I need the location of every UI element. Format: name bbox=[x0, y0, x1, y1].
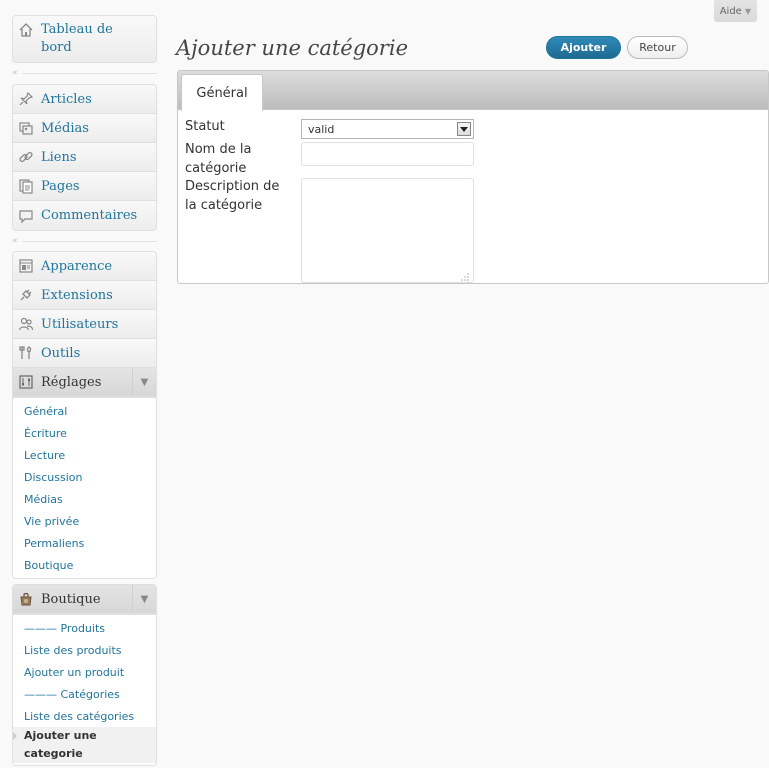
pin-icon bbox=[17, 90, 35, 108]
menu-label-utilisateurs: Utilisateurs bbox=[41, 316, 119, 332]
add-button[interactable]: Ajouter bbox=[546, 36, 621, 59]
category-description-textarea[interactable] bbox=[301, 178, 474, 283]
menu-label-reglages: Réglages bbox=[41, 374, 102, 390]
menu-group-admin: Apparence Extensions Utilisateurs Outils… bbox=[12, 251, 157, 579]
resize-handle-icon[interactable] bbox=[461, 270, 469, 281]
submenu-item-ajouter-categorie[interactable]: Ajouter une categorie bbox=[13, 727, 156, 763]
menu-separator[interactable]: « bbox=[12, 236, 157, 246]
chevron-down-icon[interactable]: ▼ bbox=[132, 585, 156, 613]
menu-item-commentaires[interactable]: Commentaires bbox=[13, 201, 156, 230]
menu-label-medias: Médias bbox=[41, 120, 89, 136]
appearance-icon bbox=[17, 257, 35, 275]
submenu-item-liste-produits[interactable]: Liste des produits bbox=[13, 639, 156, 661]
menu-item-utilisateurs[interactable]: Utilisateurs bbox=[13, 310, 156, 339]
menu-label-dashboard: Tableau de bord bbox=[41, 22, 113, 55]
submenu-item-permaliens[interactable]: Permaliens bbox=[13, 532, 156, 554]
submenu-item-boutique[interactable]: Boutique bbox=[13, 554, 156, 576]
menu-item-reglages[interactable]: Réglages ▼ bbox=[13, 368, 156, 397]
shop-icon bbox=[17, 590, 35, 608]
menu-label-apparence: Apparence bbox=[41, 258, 113, 274]
submenu-item-lecture[interactable]: Lecture bbox=[13, 444, 156, 466]
submenu-item-discussion[interactable]: Discussion bbox=[13, 466, 156, 488]
menu-label-extensions: Extensions bbox=[41, 287, 113, 303]
menu-group-dashboard: Tableau de bord bbox=[12, 15, 157, 63]
menu-item-articles[interactable]: Articles bbox=[13, 85, 156, 114]
status-select-value: valid bbox=[308, 122, 335, 136]
menu-label-articles: Articles bbox=[41, 91, 92, 107]
media-icon bbox=[17, 119, 35, 137]
menu-item-outils[interactable]: Outils bbox=[13, 339, 156, 368]
users-icon bbox=[17, 315, 35, 333]
menu-separator[interactable]: « bbox=[12, 68, 157, 78]
dropdown-arrow-icon[interactable] bbox=[457, 122, 471, 136]
submenu-item-categories-header[interactable]: ——— Catégories bbox=[13, 683, 156, 705]
tools-icon bbox=[17, 344, 35, 362]
form-panel: Général Statut valid Nom de la catégorie… bbox=[177, 70, 769, 284]
status-label: Statut bbox=[185, 119, 225, 134]
link-icon bbox=[17, 148, 35, 166]
menu-label-outils: Outils bbox=[41, 345, 81, 361]
collapse-arrows-icon: « bbox=[12, 236, 18, 246]
description-label: Description de la catégorie bbox=[185, 179, 280, 213]
chevron-down-icon: ▼ bbox=[744, 6, 751, 16]
menu-group-content: Articles Médias Liens Pages Commentaires bbox=[12, 84, 157, 231]
menu-group-shop: Boutique ▼ ——— Produits Liste des produi… bbox=[12, 584, 157, 766]
page-title: Ajouter une catégorie bbox=[176, 36, 408, 60]
submenu-item-produits-header[interactable]: ——— Produits bbox=[13, 617, 156, 639]
pages-icon bbox=[17, 177, 35, 195]
menu-item-boutique[interactable]: Boutique ▼ bbox=[13, 585, 156, 614]
name-label: Nom de la catégorie bbox=[185, 142, 252, 176]
shop-submenu: ——— Produits Liste des produits Ajouter … bbox=[13, 614, 156, 765]
menu-label-pages: Pages bbox=[41, 178, 80, 194]
settings-icon bbox=[17, 373, 35, 391]
menu-label-liens: Liens bbox=[41, 149, 77, 165]
category-name-input[interactable] bbox=[301, 142, 474, 166]
collapse-arrows-icon: « bbox=[12, 68, 18, 78]
menu-item-apparence[interactable]: Apparence bbox=[13, 252, 156, 281]
menu-item-liens[interactable]: Liens bbox=[13, 143, 156, 172]
plugin-icon bbox=[17, 286, 35, 304]
home-icon bbox=[17, 21, 35, 39]
submenu-item-ecriture[interactable]: Écriture bbox=[13, 422, 156, 444]
menu-label-commentaires: Commentaires bbox=[41, 208, 138, 223]
submenu-current-label: Ajouter une categorie bbox=[24, 729, 97, 760]
comment-icon bbox=[17, 207, 35, 225]
settings-submenu: Général Écriture Lecture Discussion Médi… bbox=[13, 397, 156, 578]
menu-item-medias[interactable]: Médias bbox=[13, 114, 156, 143]
status-select[interactable]: valid bbox=[301, 119, 474, 139]
help-label: Aide bbox=[719, 5, 742, 17]
back-button[interactable]: Retour bbox=[627, 36, 688, 59]
submenu-item-vie-privee[interactable]: Vie privée bbox=[13, 510, 156, 532]
menu-item-pages[interactable]: Pages bbox=[13, 172, 156, 201]
tab-bar: Général bbox=[178, 71, 768, 111]
submenu-item-general[interactable]: Général bbox=[13, 400, 156, 422]
menu-label-boutique: Boutique bbox=[41, 591, 101, 607]
menu-item-dashboard[interactable]: Tableau de bord bbox=[13, 16, 156, 62]
submenu-item-medias[interactable]: Médias bbox=[13, 488, 156, 510]
submenu-item-liste-categories[interactable]: Liste des catégories bbox=[13, 705, 156, 727]
submenu-item-ajouter-produit[interactable]: Ajouter un produit bbox=[13, 661, 156, 683]
chevron-down-icon[interactable]: ▼ bbox=[132, 368, 156, 396]
help-tab[interactable]: Aide ▼ bbox=[713, 0, 757, 22]
tab-general[interactable]: Général bbox=[181, 74, 263, 111]
menu-item-extensions[interactable]: Extensions bbox=[13, 281, 156, 310]
